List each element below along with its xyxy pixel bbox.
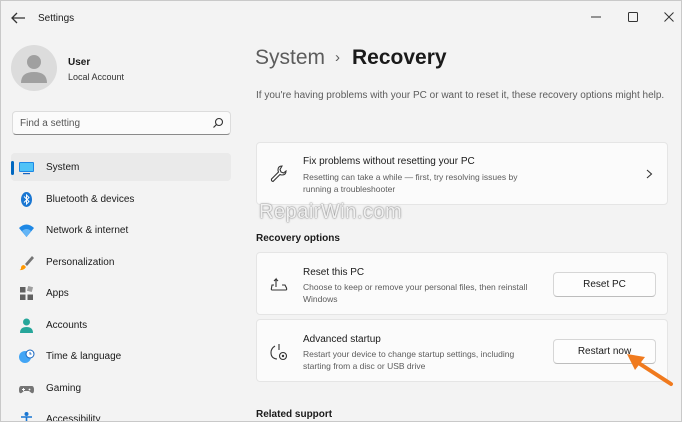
breadcrumb-separator: › — [335, 49, 341, 66]
page-title: Recovery — [352, 46, 447, 69]
nav-label: Network & internet — [46, 225, 129, 236]
page-description: If you're having problems with your PC o… — [256, 90, 665, 101]
restart-now-button[interactable]: Restart now — [553, 339, 656, 364]
wrench-icon — [270, 165, 287, 183]
brush-icon — [19, 255, 34, 270]
nav-list: System Bluetooth & devices Network & int… — [11, 153, 231, 422]
gamepad-icon — [19, 385, 34, 393]
close-icon[interactable] — [659, 7, 679, 27]
sidebar-item-bluetooth[interactable]: Bluetooth & devices — [11, 185, 231, 213]
bluetooth-icon — [21, 191, 32, 207]
title-bar: Settings — [1, 1, 681, 35]
avatar[interactable] — [11, 45, 57, 91]
reset-pc-button[interactable]: Reset PC — [553, 272, 656, 297]
maximize-icon[interactable] — [623, 7, 643, 27]
sidebar-item-personalization[interactable]: Personalization — [11, 248, 231, 276]
user-avatar-icon — [21, 55, 47, 83]
advanced-startup-title: Advanced startup — [303, 334, 381, 345]
reset-pc-icon — [270, 277, 288, 291]
monitor-icon — [19, 162, 34, 175]
account-type: Local Account — [68, 72, 125, 82]
nav-label: Time & language — [46, 351, 122, 362]
nav-label: Apps — [46, 288, 69, 299]
recovery-options-heading: Recovery options — [256, 233, 340, 244]
advanced-startup-card: Advanced startup Restart your device to … — [256, 319, 668, 382]
nav-label: System — [46, 162, 80, 173]
main-content: System › Recovery If you're having problem… — [241, 35, 681, 421]
search-input[interactable] — [20, 116, 200, 131]
breadcrumb-parent[interactable]: System — [255, 46, 325, 69]
search-icon[interactable] — [212, 117, 224, 129]
sidebar-item-accessibility[interactable]: Accessibility — [11, 405, 231, 422]
sidebar-item-time-language[interactable]: Time & language — [11, 342, 231, 370]
advanced-startup-description: Restart your device to change startup se… — [303, 349, 515, 371]
chevron-right-icon[interactable] — [643, 167, 655, 181]
sidebar-item-gaming[interactable]: Gaming — [11, 374, 231, 402]
nav-label: Gaming — [46, 382, 82, 394]
sidebar-item-accounts[interactable]: Accounts — [11, 311, 231, 339]
nav-label: Accessibility — [46, 414, 101, 422]
apps-icon — [20, 285, 34, 300]
settings-window: Settings User Local Account Find a setti… — [0, 0, 682, 422]
minimize-icon[interactable] — [586, 7, 606, 27]
back-arrow-icon[interactable] — [9, 10, 27, 26]
person-icon — [20, 318, 33, 333]
user-name: User — [68, 57, 91, 68]
sidebar: User Local Account System — [1, 35, 241, 422]
reset-pc-description: Choose to keep or remove your personal f… — [303, 282, 528, 304]
accessibility-icon — [21, 412, 32, 421]
breadcrumb: System › Recovery — [255, 46, 447, 70]
advanced-startup-icon — [270, 344, 288, 361]
sidebar-item-network[interactable]: Network & internet — [11, 216, 231, 244]
reset-pc-card: Reset this PC Choose to keep or remove y… — [256, 252, 668, 315]
globe-clock-icon — [19, 349, 35, 363]
related-support-heading: Related support — [256, 409, 333, 420]
nav-label: Personalization — [46, 256, 115, 268]
nav-label: Accounts — [46, 319, 88, 331]
nav-label: Bluetooth & devices — [46, 193, 135, 205]
app-title: Settings — [38, 13, 75, 24]
search-box[interactable] — [12, 111, 231, 135]
fix-problems-title: Fix problems without resetting your PC — [303, 156, 475, 167]
fix-problems-description: Resetting can take a while — first, try … — [303, 172, 518, 194]
sidebar-item-apps[interactable]: Apps — [11, 279, 231, 307]
fix-problems-card[interactable]: Fix problems without resetting your PC R… — [256, 142, 668, 205]
sidebar-item-system[interactable]: System — [11, 153, 231, 181]
reset-pc-title: Reset this PC — [303, 267, 365, 278]
wifi-icon — [19, 224, 34, 237]
